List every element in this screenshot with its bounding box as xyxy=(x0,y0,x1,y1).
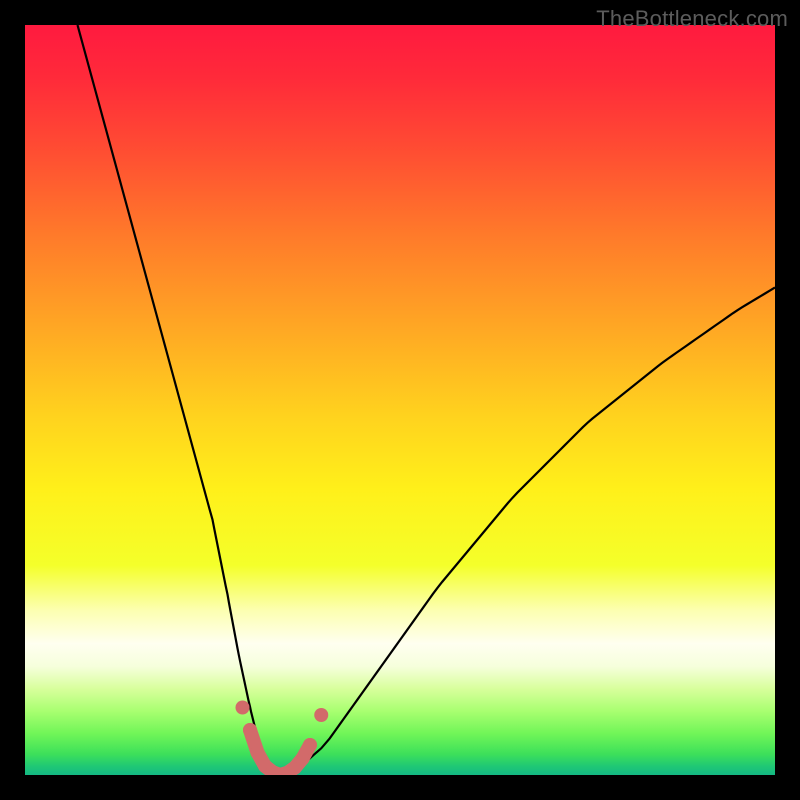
highlight-dot xyxy=(236,701,250,715)
highlight-dot xyxy=(251,746,265,760)
highlight-dot xyxy=(314,708,328,722)
watermark-text: TheBottleneck.com xyxy=(596,6,788,32)
highlight-dot xyxy=(243,723,257,737)
chart-svg xyxy=(25,25,775,775)
highlight-dot xyxy=(296,752,310,766)
plot-frame xyxy=(25,25,775,775)
highlight-dot xyxy=(303,738,317,752)
gradient-background xyxy=(25,25,775,775)
chart-stage: TheBottleneck.com xyxy=(0,0,800,800)
